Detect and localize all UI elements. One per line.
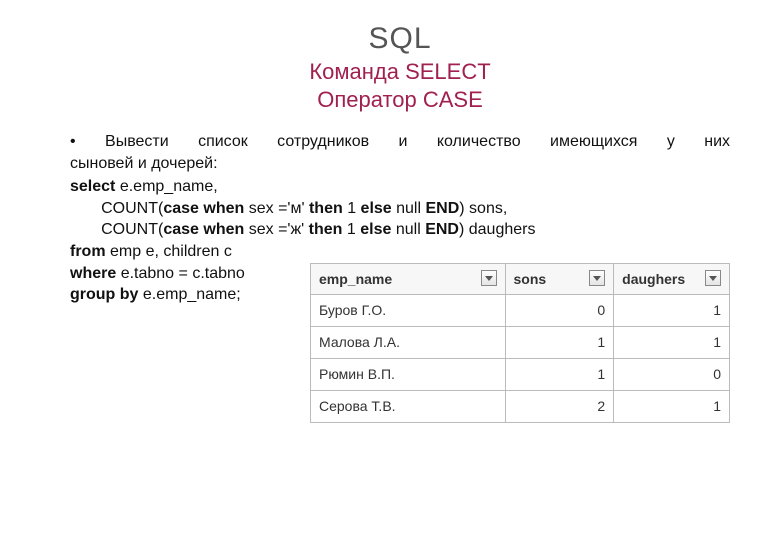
title-main: SQL [70,22,730,56]
dropdown-icon[interactable] [705,270,721,286]
group-expr: e.emp_name; [138,286,240,303]
kw-select: select [70,178,115,195]
result-table: emp_name sons daughers Буров Г.О. 0 1 Ма… [310,263,730,423]
table-row: Рюмин В.П. 1 0 [311,359,730,391]
cell-daughers: 1 [614,295,730,327]
else2-mid: null [391,221,425,238]
end2-tail: ) daughers [459,221,536,238]
bottom-area: where e.tabno = c.tabno group by e.emp_na… [70,263,730,306]
where-expr: e.tabno = c.tabno [116,265,245,282]
header-sons-label: sons [514,271,547,287]
then2-mid: 1 [342,221,360,238]
kw-from: from [70,243,106,260]
kw-case1: case when [163,200,244,217]
dropdown-icon[interactable] [481,270,497,286]
title-block: SQL Команда SELECT Оператор CASE [70,22,730,113]
cell-daughers: 1 [614,327,730,359]
header-sons: sons [505,263,614,295]
cell-sons: 1 [505,327,614,359]
from-expr: emp e, children c [106,243,232,260]
header-daughers-label: daughers [622,271,685,287]
kw-else2: else [360,221,391,238]
header-daughers: daughers [614,263,730,295]
table-header-row: emp_name sons daughers [311,263,730,295]
count2-a: COUNT( [70,221,163,238]
kw-end2: END [425,221,459,238]
kw-then1: then [309,200,343,217]
then1-mid: 1 [343,200,361,217]
kw-end1: END [425,200,459,217]
cell-name: Буров Г.О. [311,295,506,327]
cell-sons: 0 [505,295,614,327]
cell-sons: 1 [505,359,614,391]
end1-tail: ) sons, [459,200,507,217]
case2-mid: sex ='ж' [244,221,308,238]
kw-else1: else [361,200,392,217]
select-expr: e.emp_name, [115,178,217,195]
header-emp-name: emp_name [311,263,506,295]
bullet-line-2: сыновей и дочерей: [70,153,730,175]
count1-a: COUNT( [70,200,163,217]
slide: SQL Команда SELECT Оператор CASE Вывести… [0,0,780,326]
table-row: Буров Г.О. 0 1 [311,295,730,327]
header-emp-name-label: emp_name [319,271,392,287]
kw-then2: then [309,221,343,238]
sql-code: select e.emp_name, COUNT(case when sex =… [70,176,730,262]
cell-name: Серова Т.В. [311,391,506,423]
kw-where: where [70,265,116,282]
else1-mid: null [392,200,426,217]
cell-sons: 2 [505,391,614,423]
kw-case2: case when [163,221,244,238]
title-sub-2: Оператор CASE [70,86,730,114]
dropdown-icon[interactable] [589,270,605,286]
title-sub-1: Команда SELECT [70,58,730,86]
cell-daughers: 1 [614,391,730,423]
cell-daughers: 0 [614,359,730,391]
bullet-line-1: Вывести список сотрудников и количество … [70,131,730,153]
case1-mid: sex ='м' [244,200,309,217]
tail-lines: where e.tabno = c.tabno group by e.emp_na… [70,263,245,306]
result-table-wrap: emp_name sons daughers Буров Г.О. 0 1 Ма… [310,263,730,423]
cell-name: Малова Л.А. [311,327,506,359]
kw-group: group by [70,286,138,303]
cell-name: Рюмин В.П. [311,359,506,391]
table-row: Малова Л.А. 1 1 [311,327,730,359]
table-row: Серова Т.В. 2 1 [311,391,730,423]
content: Вывести список сотрудников и количество … [70,131,730,306]
